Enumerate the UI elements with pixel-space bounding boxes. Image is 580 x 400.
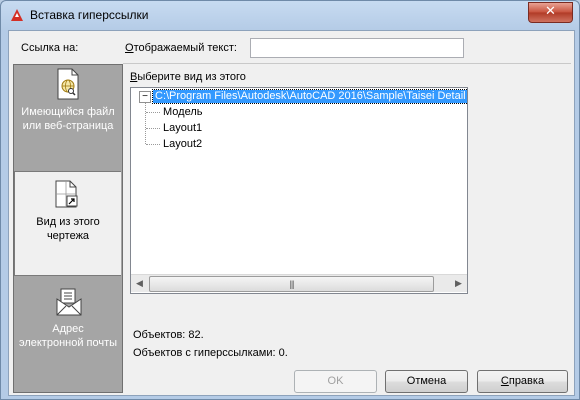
- sidebar-label-line2: чертежа: [46, 230, 90, 242]
- display-text-input[interactable]: [250, 38, 464, 58]
- sidebar-item-existing-file[interactable]: Имеющийся файл или веб-страница: [14, 65, 122, 168]
- title-bar[interactable]: Вставка гиперссылки ✕: [1, 1, 579, 29]
- scroll-right-icon[interactable]: ▶: [450, 275, 467, 292]
- horizontal-scrollbar[interactable]: ◀ ||| ▶: [131, 274, 467, 292]
- display-text-label: Отображаемый текст:: [125, 42, 237, 54]
- divider: [123, 63, 571, 64]
- tree-item-layout2[interactable]: Layout2: [163, 138, 202, 151]
- hyperlinked-objects-count: Объектов с гиперссылками: 0.: [133, 347, 288, 359]
- tree-connector: [146, 128, 160, 129]
- help-button[interactable]: Справка: [477, 370, 568, 393]
- ok-button[interactable]: OK: [294, 370, 377, 393]
- envelope-icon: [56, 288, 82, 316]
- tree-root-drawing[interactable]: C:\Program Files\Autodesk\AutoCAD 2016\S…: [152, 89, 467, 104]
- cancel-button[interactable]: Отмена: [385, 370, 468, 393]
- sidebar-item-drawing-view[interactable]: Вид из этого чертежа: [14, 171, 121, 276]
- sidebar-item-email[interactable]: Адрес электронной почты: [14, 281, 122, 391]
- tree-connector: [145, 103, 146, 144]
- link-type-sidebar: Имеющийся файл или веб-страница Вид из э…: [13, 64, 123, 393]
- grip-icon: |||: [289, 279, 294, 289]
- sidebar-label-line1: Вид из этого: [36, 216, 100, 228]
- close-icon: ✕: [545, 4, 556, 19]
- tree-item-model[interactable]: Модель: [163, 106, 202, 119]
- drawing-view-icon: [55, 180, 78, 208]
- close-button[interactable]: ✕: [528, 2, 573, 23]
- sidebar-label-line2: электронной почты: [18, 337, 118, 349]
- window-title: Вставка гиперссылки: [30, 8, 149, 22]
- scroll-left-icon[interactable]: ◀: [131, 275, 148, 292]
- tree-item-layout1[interactable]: Layout1: [163, 122, 202, 135]
- select-view-label: Выберите вид из этого: [130, 71, 246, 83]
- scroll-thumb[interactable]: |||: [149, 276, 434, 292]
- file-globe-icon: [57, 68, 79, 100]
- dialog-body: Ссылка на: Имеющийся файл или веб-страни…: [8, 30, 575, 396]
- collapse-toggle[interactable]: −: [139, 91, 151, 103]
- tree-connector: [146, 112, 160, 113]
- sidebar-label-line2: или веб-страница: [22, 120, 114, 132]
- sidebar-label-line1: Имеющийся файл: [21, 106, 115, 118]
- hyperlink-dialog: Вставка гиперссылки ✕ Ссылка на: Имеющий…: [0, 0, 580, 400]
- sidebar-label-line1: Адрес: [52, 323, 84, 335]
- autocad-logo-icon: [11, 9, 23, 21]
- objects-count: Объектов: 82.: [133, 329, 204, 341]
- view-tree[interactable]: − C:\Program Files\Autodesk\AutoCAD 2016…: [130, 87, 468, 294]
- tree-connector: [146, 144, 160, 145]
- link-to-label: Ссылка на:: [21, 42, 79, 54]
